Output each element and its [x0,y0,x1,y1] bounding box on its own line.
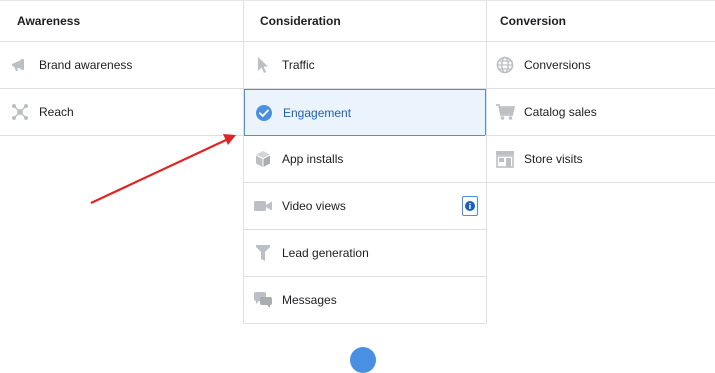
awareness-column: Awareness Brand awareness Reach [0,1,243,136]
funnel-icon [253,243,273,263]
objective-label: Engagement [283,105,352,120]
video-camera-icon [253,196,273,216]
objective-label: Store visits [524,152,583,166]
objective-label: Messages [282,293,337,307]
objective-label: Video views [282,199,346,213]
objective-brand-awareness[interactable]: Brand awareness [0,42,243,89]
objective-label: Conversions [524,58,591,72]
conversion-column: Conversion Conversions Catalog sales Sto… [485,1,715,183]
objective-label: Lead generation [282,246,369,260]
conversion-header: Conversion [485,1,715,42]
objective-catalog-sales[interactable]: Catalog sales [485,89,715,136]
info-icon [465,201,475,211]
store-icon [495,149,515,169]
objective-conversions[interactable]: Conversions [485,42,715,89]
objective-app-installs[interactable]: App installs [244,136,486,183]
reach-icon [10,102,30,122]
objective-picker: Awareness Brand awareness Reach Consider… [0,0,715,373]
megaphone-icon [10,55,30,75]
objective-label: Catalog sales [524,105,597,119]
objective-messages[interactable]: Messages [244,277,486,324]
consideration-header: Consideration [244,1,486,42]
awareness-header: Awareness [0,1,243,42]
box-icon [253,149,273,169]
chat-bubbles-icon [253,290,273,310]
info-button[interactable] [462,196,478,216]
objective-lead-generation[interactable]: Lead generation [244,230,486,277]
shopping-cart-icon [495,102,515,122]
objective-label: Reach [39,105,74,119]
objective-label: Brand awareness [39,58,133,72]
objective-label: App installs [282,152,344,166]
globe-icon [495,55,515,75]
check-circle-icon [254,103,274,123]
objective-traffic[interactable]: Traffic [244,42,486,89]
objective-reach[interactable]: Reach [0,89,243,136]
objective-engagement[interactable]: Engagement [244,89,486,136]
cursor-icon [253,55,273,75]
objective-label: Traffic [282,58,315,72]
continue-button[interactable] [350,347,376,373]
objective-video-views[interactable]: Video views [244,183,486,230]
objective-store-visits[interactable]: Store visits [485,136,715,183]
consideration-column: Consideration Traffic Engagement App ins… [243,1,487,324]
